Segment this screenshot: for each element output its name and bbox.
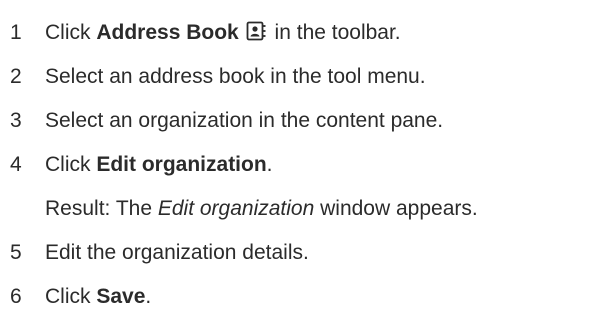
step-number: 3	[10, 109, 22, 132]
step-text: Click Edit organization .	[45, 153, 273, 177]
save-label: Save	[96, 285, 146, 308]
step-number: 4	[10, 153, 22, 176]
address-book-icon	[245, 20, 267, 42]
step-text: Click Save .	[45, 285, 151, 309]
step-text-prefix: Click	[45, 153, 97, 176]
result-suffix: window appears.	[314, 197, 478, 220]
step-number: 6	[10, 285, 22, 308]
edit-organization-label: Edit organization	[96, 153, 267, 176]
step-text: Select an organization in the content pa…	[45, 109, 444, 132]
step-text-suffix: .	[266, 153, 273, 176]
step-text-suffix: .	[145, 285, 152, 308]
step-text-prefix: Click	[45, 285, 97, 308]
edit-organization-window-label: Edit organization	[157, 197, 315, 220]
step-number: 2	[10, 65, 22, 88]
step-number: 5	[10, 241, 22, 264]
address-book-label: Address Book	[96, 21, 239, 44]
result-prefix: Result: The	[45, 197, 158, 220]
step-text: Select an address book in the tool menu.	[45, 65, 426, 88]
result-text: Result: The Edit organization window app…	[45, 197, 478, 221]
step-text-prefix: Click	[45, 21, 97, 44]
step-number: 1	[10, 21, 22, 44]
step-text-suffix: in the toolbar.	[268, 21, 401, 44]
step-text: Click Address Book in the toolbar.	[45, 21, 401, 45]
step-text: Edit the organization details.	[45, 241, 309, 264]
